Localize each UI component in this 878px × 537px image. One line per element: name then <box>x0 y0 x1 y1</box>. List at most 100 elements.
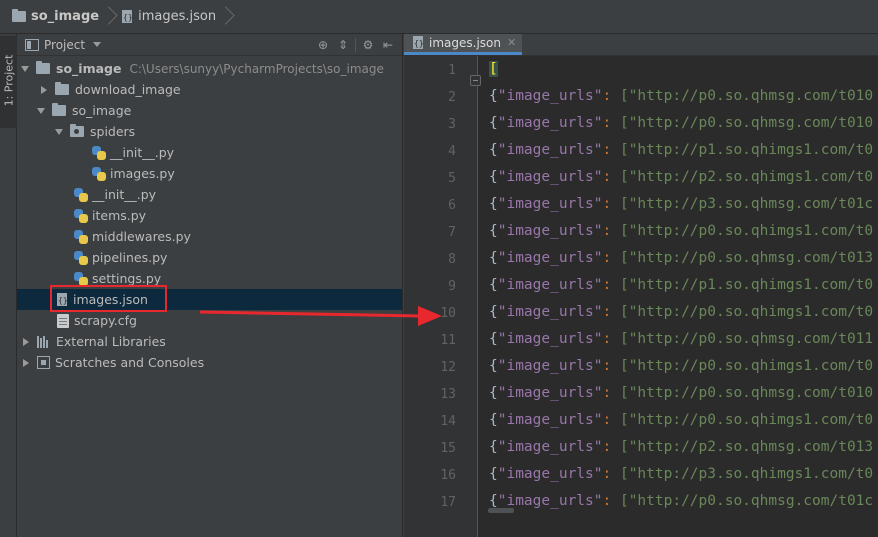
json-key: "image_urls" <box>497 196 603 212</box>
tree-item-middlewares-py[interactable]: middlewares.py <box>17 226 402 247</box>
json-key: "image_urls" <box>497 304 603 320</box>
json-key: "image_urls" <box>497 331 603 347</box>
tree-item-download-image[interactable]: download_image <box>17 79 402 100</box>
json-string-value: ["http://p2.so.qhimgs1.com/t0 <box>619 169 874 185</box>
collapse-arrow-icon[interactable] <box>23 358 29 367</box>
json-colon: : <box>602 223 620 239</box>
scratches-icon <box>37 356 50 369</box>
folder-icon <box>12 9 26 22</box>
tree-item-items-py[interactable]: items.py <box>17 205 402 226</box>
json-string-value: ["http://p0.so.qhimgs1.com/t0 <box>619 223 874 239</box>
config-file-icon <box>57 313 69 328</box>
svg-text:{}: {} <box>414 39 424 48</box>
json-colon: : <box>602 412 620 428</box>
expand-arrow-icon[interactable] <box>55 128 63 135</box>
json-brace: { <box>489 88 498 104</box>
project-tool-tab[interactable]: 1: Project <box>0 36 17 128</box>
tree-item-spiders[interactable]: spiders <box>17 121 402 142</box>
json-string-value: ["http://p0.so.qhimgs1.com/t0 <box>619 358 874 374</box>
json-key: "image_urls" <box>497 223 603 239</box>
line-number: 10 <box>440 306 456 321</box>
editor-pane: {} images.json ✕ 1 2 3 4 5 6 7 8 9 10 11 12 13 14 15 16… <box>404 34 878 537</box>
project-panel-header: Project ⊕ ⇕ ⚙ ⇤ <box>17 34 402 56</box>
line-number: 7 <box>448 225 456 240</box>
json-string-value: ["http://p0.so.qhmsg.com/t010 <box>619 88 874 104</box>
tree-item-so-image-root[interactable]: so_image C:\Users\sunyy\PycharmProjects\… <box>17 58 402 79</box>
hide-panel-icon[interactable]: ⇤ <box>380 37 396 53</box>
close-icon[interactable]: ✕ <box>507 36 516 49</box>
json-brace: { <box>489 385 498 401</box>
tree-item-settings-py[interactable]: settings.py <box>17 268 402 289</box>
json-key: "image_urls" <box>497 250 603 266</box>
json-key: "image_urls" <box>497 277 603 293</box>
project-view-selector[interactable]: Project <box>44 38 85 52</box>
expand-arrow-icon[interactable] <box>21 65 29 72</box>
json-brace: { <box>489 277 498 293</box>
json-key: "image_urls" <box>497 358 603 374</box>
collapse-arrow-icon[interactable] <box>41 85 47 94</box>
line-number: 17 <box>440 495 456 510</box>
json-key: "image_urls" <box>497 142 603 158</box>
gear-icon[interactable]: ⚙ <box>360 37 376 53</box>
python-file-icon <box>74 187 88 202</box>
json-colon: : <box>602 439 620 455</box>
horizontal-scrollbar[interactable] <box>488 508 514 513</box>
json-file-icon: {} <box>122 9 133 23</box>
json-key: "image_urls" <box>497 88 603 104</box>
tree-item-external-libraries[interactable]: External Libraries <box>17 331 402 352</box>
tree-item-label: so_image <box>72 103 132 118</box>
json-string-value: ["http://p1.so.qhimgs1.com/t0 <box>619 277 874 293</box>
tree-item-so-image-package[interactable]: so_image <box>17 100 402 121</box>
expand-arrow-icon[interactable] <box>37 107 45 114</box>
locate-icon[interactable]: ⊕ <box>315 37 331 53</box>
code-line: {"image_urls": ["http://p0.so.qhmsg.com/… <box>489 493 873 509</box>
editor-tab-bar: {} images.json ✕ <box>404 34 878 56</box>
python-file-icon <box>74 208 88 223</box>
json-colon: : <box>602 304 620 320</box>
code-line: {"image_urls": ["http://p0.so.qhmsg.com/… <box>489 115 873 131</box>
toolbar-divider <box>355 38 356 52</box>
json-colon: : <box>602 466 620 482</box>
tree-item-init[interactable]: __init__.py <box>17 184 402 205</box>
tree-item-pipelines-py[interactable]: pipelines.py <box>17 247 402 268</box>
json-key: "image_urls" <box>497 493 603 509</box>
json-colon: : <box>602 250 620 266</box>
line-number: 8 <box>448 252 456 267</box>
line-number: 15 <box>440 441 456 456</box>
tree-item-images-json[interactable]: {} images.json <box>17 289 402 310</box>
breadcrumb-separator <box>222 0 232 34</box>
tree-item-scrapy-cfg[interactable]: scrapy.cfg <box>17 310 402 331</box>
json-key: "image_urls" <box>497 115 603 131</box>
tree-item-label: __init__.py <box>92 187 157 202</box>
svg-text:{}: {} <box>58 296 68 305</box>
json-key: "image_urls" <box>497 412 603 428</box>
tab-images-json[interactable]: {} images.json ✕ <box>404 34 523 55</box>
code-editor[interactable]: [{"image_urls": ["http://p0.so.qhmsg.com… <box>479 56 878 537</box>
chevron-down-icon[interactable] <box>93 42 102 47</box>
code-line: {"image_urls": ["http://p0.so.qhmsg.com/… <box>489 385 873 401</box>
python-file-icon <box>92 166 106 181</box>
tree-item-label: __init__.py <box>110 145 175 160</box>
code-line: {"image_urls": ["http://p1.so.qhimgs1.co… <box>489 277 873 293</box>
breadcrumb-project[interactable]: so_image <box>6 0 105 34</box>
json-key: "image_urls" <box>497 466 603 482</box>
breadcrumb-file[interactable]: {} images.json <box>115 0 222 34</box>
folder-icon <box>55 82 69 95</box>
python-file-icon <box>92 145 106 160</box>
svg-text:{}: {} <box>123 13 133 22</box>
code-line: {"image_urls": ["http://p2.so.qhimgs1.co… <box>489 169 873 185</box>
tree-item-spiders-init[interactable]: __init__.py <box>17 142 402 163</box>
tree-item-label: External Libraries <box>56 334 166 349</box>
project-panel-actions: ⊕ ⇕ ⚙ ⇤ <box>315 37 396 53</box>
tree-item-images-py[interactable]: images.py <box>17 163 402 184</box>
project-tool-tab-label: 1: Project <box>2 54 16 107</box>
project-path: C:\Users\sunyy\PycharmProjects\so_image <box>129 61 384 76</box>
tree-item-scratches-and-consoles[interactable]: Scratches and Consoles <box>17 352 402 373</box>
tree-item-label: scrapy.cfg <box>74 313 137 328</box>
json-colon: : <box>602 331 620 347</box>
json-string-value: ["http://p0.so.qhmsg.com/t013 <box>619 250 874 266</box>
tree-item-label: Scratches and Consoles <box>55 355 205 370</box>
collapse-all-icon[interactable]: ⇕ <box>335 37 351 53</box>
tree-item-label: spiders <box>90 124 136 139</box>
collapse-arrow-icon[interactable] <box>23 337 29 346</box>
